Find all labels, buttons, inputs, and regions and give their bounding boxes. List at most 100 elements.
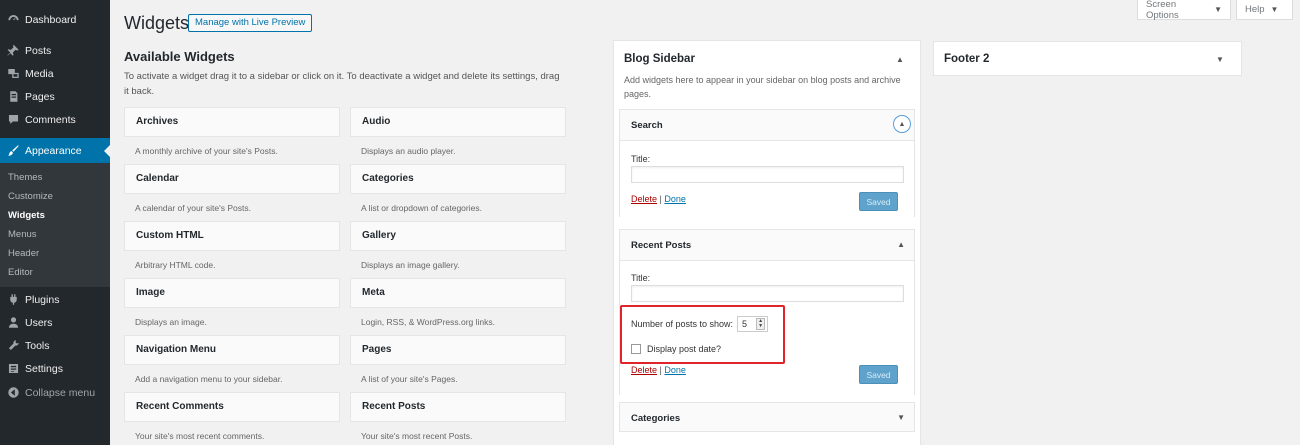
collapse-arrow-icon[interactable]: ▲ [896,55,904,64]
widget-card-title: Pages [362,344,392,355]
caret-down-icon: ▼ [1270,5,1279,14]
menu-item-appearance[interactable]: Appearance [0,138,110,163]
submenu-item-menus[interactable]: Menus [8,229,37,240]
expand-arrow-icon[interactable]: ▼ [1216,55,1224,64]
menu-item-comments[interactable]: Comments [0,108,110,131]
menu-label: Media [25,67,54,80]
widget-card-description: Displays an image gallery. [361,260,460,270]
blog-sidebar-title: Blog Sidebar [624,53,695,65]
available-widget-card[interactable]: Recent Posts [350,392,566,422]
plugin-icon [6,293,20,307]
expand-arrow-icon[interactable]: ▼ [897,413,905,422]
recent-posts-title-input[interactable] [631,285,904,302]
widget-card-title: Gallery [362,230,396,241]
available-widget-card[interactable]: Pages [350,335,566,365]
screen-options-label: Screen Options [1146,0,1179,21]
delete-link[interactable]: Delete [631,194,657,204]
saved-button[interactable]: Saved [859,192,898,211]
menu-item-media[interactable]: Media [0,62,110,85]
categories-widget-title: Categories [631,413,681,424]
widget-card-title: Meta [362,287,385,298]
help-label: Help [1245,4,1265,15]
help-button[interactable]: Help ▼ [1236,0,1293,20]
available-widget-card[interactable]: Categories [350,164,566,194]
menu-label: Dashboard [25,13,77,26]
available-widget-card[interactable]: Gallery [350,221,566,251]
appearance-submenu: Themes Customize Widgets Menus Header Ed… [0,163,110,287]
wrench-icon [6,339,20,353]
blog-sidebar-description: Add widgets here to appear in your sideb… [624,75,901,99]
submenu-item-header[interactable]: Header [8,248,39,259]
menu-item-posts[interactable]: Posts [0,39,110,62]
submenu-item-editor[interactable]: Editor [8,267,33,278]
available-widget-card[interactable]: Meta [350,278,566,308]
widget-card-title: Recent Posts [362,401,426,412]
pages-icon [6,90,20,104]
available-widget-card[interactable]: Image [124,278,340,308]
available-widget-card[interactable]: Archives [124,107,340,137]
available-widget-card[interactable]: Custom HTML [124,221,340,251]
saved-button[interactable]: Saved [859,365,898,384]
widget-card-title: Calendar [136,173,179,184]
menu-item-tools[interactable]: Tools [0,334,110,357]
recent-posts-widget-header[interactable]: Recent Posts ▲ [620,230,914,260]
menu-item-users[interactable]: Users [0,311,110,334]
menu-label: Appearance [25,144,82,157]
submenu-item-themes[interactable]: Themes [8,172,42,183]
available-widget-card[interactable]: Recent Comments [124,392,340,422]
available-widget-card[interactable]: Audio [350,107,566,137]
menu-label: Posts [25,44,52,57]
collapse-icon [6,386,20,400]
widget-card-title: Image [136,287,165,298]
menu-label: Settings [25,362,63,375]
widget-card-title: Custom HTML [136,230,204,241]
done-link[interactable]: Done [664,365,686,375]
dashboard-icon [6,13,20,27]
done-link[interactable]: Done [664,194,686,204]
menu-item-settings[interactable]: Settings [0,357,110,380]
widget-card-description: A monthly archive of your site's Posts. [135,146,278,156]
search-widget-title: Search [631,120,663,131]
blog-sidebar-panel: Blog Sidebar ▲ Add widgets here to appea… [613,40,921,445]
title-label: Title: [631,154,651,164]
menu-label: Comments [25,113,76,126]
available-widget-card[interactable]: Calendar [124,164,340,194]
footer-2-panel[interactable]: Footer 2 ▼ [933,41,1242,76]
widget-card-title: Categories [362,173,414,184]
available-widgets-description: To activate a widget drag it to a sideba… [124,71,560,97]
highlight-annotation-box [620,305,785,364]
media-icon [6,67,20,81]
page-title: Widgets [124,13,190,33]
screen-options-button[interactable]: Screen Options ▼ [1137,0,1231,21]
comment-icon [6,113,20,127]
widget-card-description: A calendar of your site's Posts. [135,203,251,213]
menu-item-pages[interactable]: Pages [0,85,110,108]
widget-card-title: Recent Comments [136,401,224,412]
search-widget-body: Title: Delete | Done Saved [620,140,914,217]
delete-link[interactable]: Delete [631,365,657,375]
paintbrush-icon [6,144,20,158]
menu-item-plugins[interactable]: Plugins [0,288,110,311]
collapse-arrow-icon[interactable]: ▲ [897,240,905,249]
search-title-input[interactable] [631,166,904,183]
widget-card-description: A list or dropdown of categories. [361,203,482,213]
submenu-item-widgets[interactable]: Widgets [8,210,45,221]
admin-menu: Dashboard Posts Media Pages Comments App… [0,0,110,445]
widget-toggle-up-icon[interactable]: ▲ [893,115,911,133]
menu-item-dashboard[interactable]: Dashboard [0,8,110,31]
manage-live-preview-button[interactable]: Manage with Live Preview [188,14,313,32]
menu-label: Pages [25,90,55,103]
user-icon [6,316,20,330]
categories-widget: Categories ▼ [619,402,915,432]
available-widget-card[interactable]: Navigation Menu [124,335,340,365]
widget-card-description: Your site's most recent Posts. [361,431,473,441]
title-label: Title: [631,273,651,283]
submenu-item-customize[interactable]: Customize [8,191,53,202]
widget-card-title: Audio [362,116,391,127]
available-widgets-heading: Available Widgets [124,49,235,64]
widget-card-description: A list of your site's Pages. [361,374,458,384]
widget-actions: Delete | Done [631,365,686,375]
categories-widget-header[interactable]: Categories ▼ [620,403,914,433]
collapse-menu-button[interactable]: Collapse menu [0,381,110,404]
search-widget-header[interactable]: Search ▲ [620,110,914,140]
